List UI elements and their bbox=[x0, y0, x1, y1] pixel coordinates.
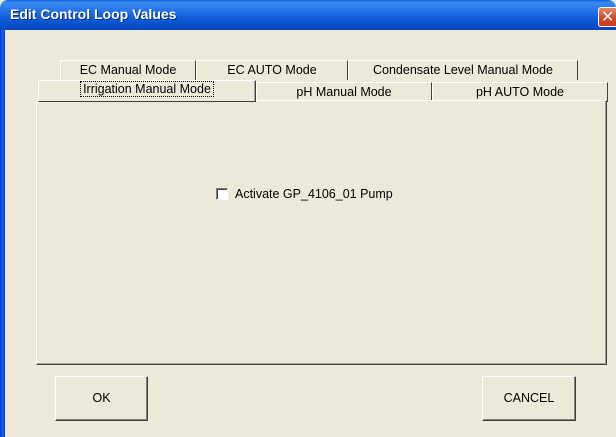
activate-pump-checkbox[interactable] bbox=[216, 188, 228, 200]
ok-button[interactable]: OK bbox=[55, 376, 148, 421]
close-button[interactable]: ✕ bbox=[598, 7, 616, 27]
tab-ec-auto-mode[interactable]: EC AUTO Mode bbox=[196, 60, 348, 80]
tab-panel bbox=[36, 100, 607, 365]
tab-label: EC Manual Mode bbox=[79, 63, 177, 77]
dialog-window: Edit Control Loop Values ✕ EC Manual Mod… bbox=[0, 0, 616, 437]
tab-condensate-level-manual-mode[interactable]: Condensate Level Manual Mode bbox=[348, 60, 578, 80]
tab-irrigation-manual-mode[interactable]: Irrigation Manual Mode bbox=[38, 80, 256, 102]
window-frame-left bbox=[0, 30, 5, 437]
window-title: Edit Control Loop Values bbox=[10, 6, 177, 22]
activate-pump-checkbox-row[interactable]: Activate GP_4106_01 Pump bbox=[216, 185, 393, 203]
tab-ec-manual-mode[interactable]: EC Manual Mode bbox=[60, 60, 196, 80]
tab-label: Irrigation Manual Mode bbox=[80, 81, 214, 97]
close-icon: ✕ bbox=[601, 7, 615, 26]
tab-ph-manual-mode[interactable]: pH Manual Mode bbox=[256, 82, 432, 102]
tab-label: pH Manual Mode bbox=[296, 85, 392, 99]
activate-pump-checkbox-label: Activate GP_4106_01 Pump bbox=[235, 187, 393, 201]
cancel-button[interactable]: CANCEL bbox=[482, 376, 576, 421]
tab-ph-auto-mode[interactable]: pH AUTO Mode bbox=[432, 82, 608, 102]
tab-label: EC AUTO Mode bbox=[227, 63, 317, 77]
title-bar[interactable]: Edit Control Loop Values ✕ bbox=[0, 0, 616, 30]
tab-label: pH AUTO Mode bbox=[475, 85, 564, 99]
tab-label: Condensate Level Manual Mode bbox=[373, 63, 553, 77]
